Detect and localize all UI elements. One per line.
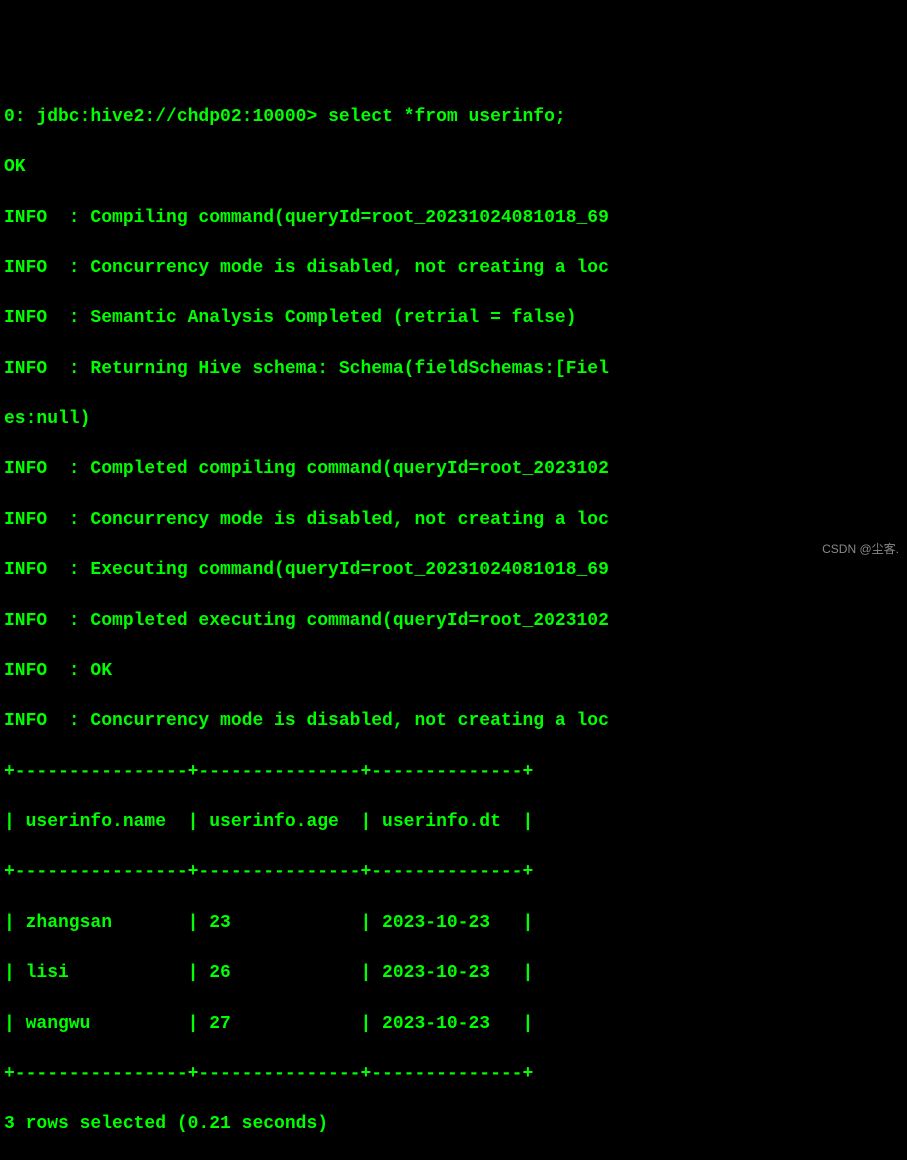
prompt-prefix: 0: jdbc:hive2://chdp02:10000> [4,107,317,127]
table-border: +----------------+---------------+------… [4,860,903,885]
table-row: | zhangsan | 23 | 2023-10-23 | [4,911,903,936]
log-line: INFO : Concurrency mode is disabled, not… [4,709,903,734]
watermark: CSDN @尘客. [822,541,899,558]
ok-line: OK [4,155,903,180]
table-row: | wangwu | 27 | 2023-10-23 | [4,1012,903,1037]
log-line: INFO : Semantic Analysis Completed (retr… [4,306,903,331]
prompt-line: 0: jdbc:hive2://chdp02:10000> select *fr… [4,105,903,130]
log-line: INFO : Concurrency mode is disabled, not… [4,508,903,533]
table-row: | lisi | 26 | 2023-10-23 | [4,961,903,986]
log-line: INFO : OK [4,659,903,684]
table-border: +----------------+---------------+------… [4,760,903,785]
summary-line: 3 rows selected (0.21 seconds) [4,1112,903,1137]
sql-query: select *from userinfo; [328,107,566,127]
table-border: +----------------+---------------+------… [4,1062,903,1087]
log-line: INFO : Completed executing command(query… [4,609,903,634]
log-line: INFO : Concurrency mode is disabled, not… [4,256,903,281]
log-line: INFO : Compiling command(queryId=root_20… [4,206,903,231]
log-line: INFO : Completed compiling command(query… [4,457,903,482]
table-header: | userinfo.name | userinfo.age | userinf… [4,810,903,835]
log-line: INFO : Returning Hive schema: Schema(fie… [4,357,903,382]
log-line: es:null) [4,407,903,432]
